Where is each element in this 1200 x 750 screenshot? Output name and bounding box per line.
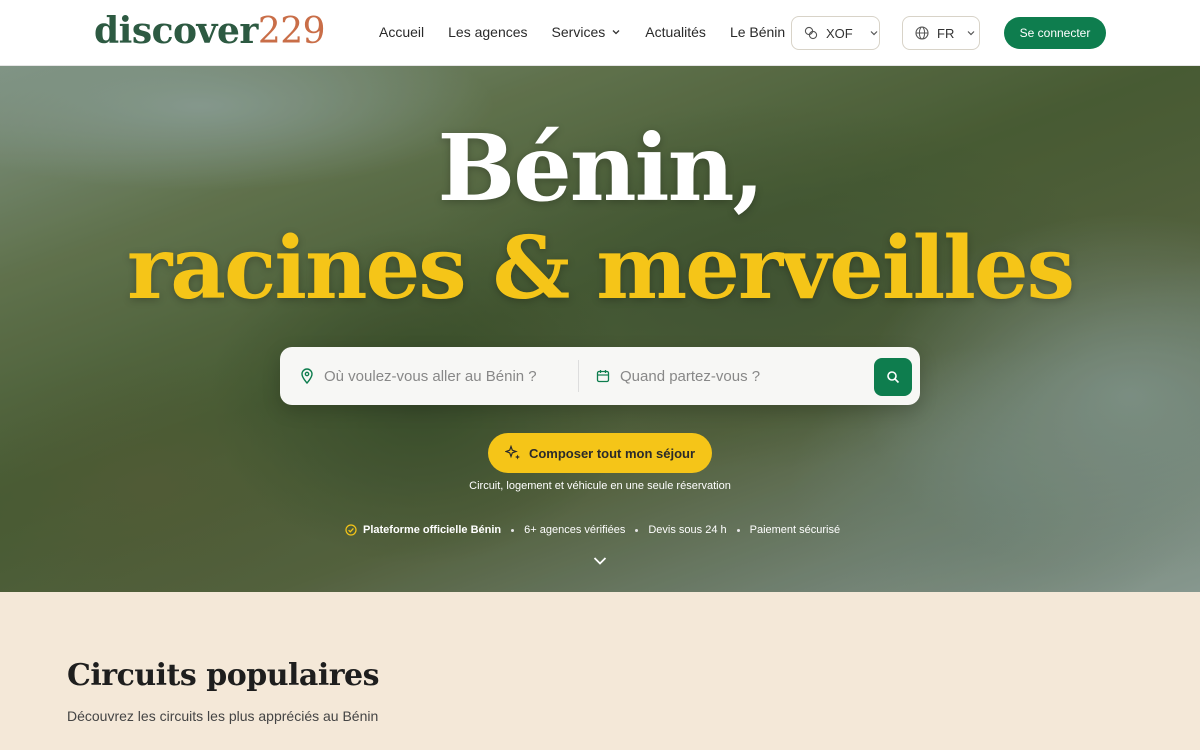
separator-dot xyxy=(511,528,515,532)
nav-item-le-benin[interactable]: Le Bénin xyxy=(730,24,785,40)
currency-selector[interactable]: XOF xyxy=(791,16,880,50)
search-divider xyxy=(578,360,579,392)
chevron-down-icon xyxy=(870,31,878,36)
currency-value: XOF xyxy=(826,25,853,41)
compose-stay-button[interactable]: Composer tout mon séjour xyxy=(488,433,712,473)
nav-item-accueil[interactable]: Accueil xyxy=(379,24,424,40)
location-pin-icon xyxy=(301,368,313,384)
check-circle-icon xyxy=(345,524,357,536)
badge-label: Plateforme officielle Bénin xyxy=(363,524,502,536)
trust-badges: Plateforme officielle Bénin 6+ agences v… xyxy=(345,524,840,536)
language-selector[interactable]: FR xyxy=(902,16,980,50)
chevron-down-icon xyxy=(967,31,975,36)
badge-official: Plateforme officielle Bénin xyxy=(345,524,501,536)
nav-item-agences[interactable]: Les agences xyxy=(448,24,527,40)
compose-label: Composer tout mon séjour xyxy=(528,445,696,461)
nav-label: Le Bénin xyxy=(729,24,786,40)
chevron-down-icon xyxy=(612,30,620,35)
nav-label: Services xyxy=(551,24,606,40)
hero-section: Bénin, racines & merveilles Où voulez-vo… xyxy=(0,66,1200,592)
search-icon xyxy=(887,371,900,384)
separator-dot xyxy=(635,528,639,532)
section-title: Circuits populaires xyxy=(67,658,380,693)
nav-label: Les agences xyxy=(448,24,528,40)
hero-title-line1: Bénin, xyxy=(437,114,764,222)
destination-field[interactable]: Où voulez-vous aller au Bénin ? xyxy=(300,347,537,405)
hero-title-line2: racines & merveilles xyxy=(126,218,1075,319)
badge-quote: Devis sous 24 h xyxy=(648,524,727,536)
site-header: discover229 Accueil Les agences Services… xyxy=(0,0,1200,66)
separator-dot xyxy=(736,528,740,532)
nav-label: Accueil xyxy=(379,24,425,40)
destination-placeholder: Où voulez-vous aller au Bénin ? xyxy=(324,367,537,385)
calendar-icon xyxy=(596,370,610,383)
section-subtitle: Découvrez les circuits les plus apprécié… xyxy=(67,708,379,724)
badge-payment: Paiement sécurisé xyxy=(749,524,841,536)
login-button[interactable]: Se connecter xyxy=(1004,17,1106,49)
search-bar: Où voulez-vous aller au Bénin ? Quand pa… xyxy=(280,347,920,405)
logo[interactable]: discover229 xyxy=(94,10,326,52)
sparkles-icon xyxy=(504,445,520,460)
globe-icon xyxy=(915,26,929,40)
nav-item-actualites[interactable]: Actualités xyxy=(645,24,706,40)
currency-icon xyxy=(804,26,818,40)
scroll-down-chevron-icon[interactable] xyxy=(593,556,607,566)
language-value: FR xyxy=(937,25,955,41)
compose-subtitle: Circuit, logement et véhicule en une seu… xyxy=(469,480,731,492)
logo-text: discover xyxy=(94,10,258,52)
nav-label: Actualités xyxy=(645,24,706,40)
logo-number: 229 xyxy=(257,11,326,52)
badge-agencies: 6+ agences vérifiées xyxy=(524,524,626,536)
date-placeholder: Quand partez-vous ? xyxy=(620,367,761,385)
search-button[interactable] xyxy=(874,358,912,396)
nav-item-services[interactable]: Services xyxy=(552,24,622,40)
main-nav: Accueil Les agences Services Actualités … xyxy=(379,24,809,40)
date-field[interactable]: Quand partez-vous ? xyxy=(596,347,760,405)
